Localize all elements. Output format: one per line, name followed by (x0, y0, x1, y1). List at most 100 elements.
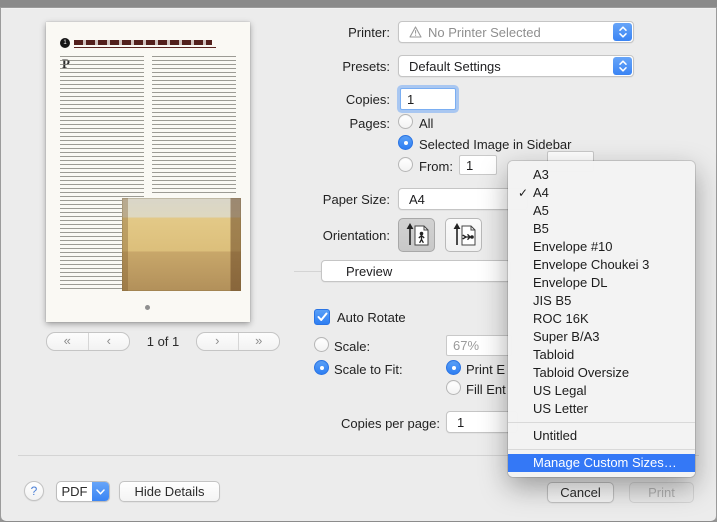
page-count-label: 1 of 1 (136, 334, 190, 349)
menu-item-tabloid[interactable]: Tabloid (508, 346, 695, 364)
menu-separator (508, 422, 695, 423)
pages-from-value: 1 (466, 158, 473, 173)
chevron-down-icon (92, 482, 109, 501)
page-illustration (122, 198, 241, 291)
next-page-button[interactable]: › (197, 333, 238, 350)
presets-label: Presets: (280, 59, 390, 74)
page-number-dot (145, 305, 150, 310)
copies-value: 1 (407, 92, 414, 107)
menu-item-untitled[interactable]: Untitled (508, 427, 695, 445)
menu-item-label: Envelope Choukei 3 (533, 257, 649, 272)
menu-item-label: Super B/A3 (533, 329, 600, 344)
help-icon: ? (31, 484, 38, 498)
print-button[interactable]: Print (629, 482, 694, 503)
copies-label: Copies: (280, 92, 390, 107)
document-preview-page: 1 P (46, 22, 250, 322)
menu-item-label: A4 (533, 185, 549, 200)
pages-label: Pages: (280, 116, 390, 131)
help-button[interactable]: ? (24, 481, 44, 501)
presets-popup[interactable]: Default Settings (398, 55, 634, 77)
menu-item-label: Manage Custom Sizes… (533, 455, 677, 470)
pages-selected-image-radio[interactable] (398, 135, 413, 150)
preview-nav-forward-group: › » (196, 332, 280, 351)
scale-field[interactable]: 67% (446, 335, 512, 356)
menu-item-label: US Legal (533, 383, 586, 398)
page-heading-bar (74, 40, 212, 45)
cancel-button[interactable]: Cancel (547, 482, 614, 503)
scale-to-fit-radio[interactable] (314, 360, 329, 375)
paper-size-value: A4 (409, 192, 425, 207)
menu-separator (508, 449, 695, 450)
fill-entire-paper-radio[interactable] (446, 380, 461, 395)
scale-label: Scale: (334, 339, 370, 354)
first-page-icon: « (64, 334, 71, 347)
menu-item-us-letter[interactable]: US Letter (508, 400, 695, 418)
menu-item-envelope-10[interactable]: Envelope #10 (508, 238, 695, 256)
menu-item-a5[interactable]: A5 (508, 202, 695, 220)
printer-stepper-icon (613, 23, 632, 41)
pdf-menu-button[interactable]: PDF (56, 481, 110, 502)
menu-item-b5[interactable]: B5 (508, 220, 695, 238)
print-entire-image-label: Print E (466, 362, 508, 377)
hide-details-button[interactable]: Hide Details (119, 481, 220, 502)
paper-size-menu-list: A3✓A4A5B5Envelope #10Envelope Choukei 3E… (508, 166, 695, 418)
first-page-button[interactable]: « (47, 333, 88, 350)
pages-from-field[interactable]: 1 (459, 155, 497, 175)
previous-page-icon: ‹ (107, 334, 111, 347)
menu-item-label: Envelope #10 (533, 239, 613, 254)
print-entire-image-radio[interactable] (446, 360, 461, 375)
menu-item-roc-16k[interactable]: ROC 16K (508, 310, 695, 328)
copies-per-page-value: 1 (457, 415, 464, 430)
next-page-icon: › (215, 334, 219, 347)
pdf-label: PDF (57, 482, 92, 501)
menu-item-label: Tabloid Oversize (533, 365, 629, 380)
landscape-orientation-icon (451, 221, 477, 250)
menu-item-super-b-a3[interactable]: Super B/A3 (508, 328, 695, 346)
auto-rotate-checkbox[interactable] (314, 309, 330, 325)
copies-per-page-label: Copies per page: (300, 416, 440, 431)
orientation-portrait-button[interactable] (398, 218, 435, 252)
menu-item-label: A5 (533, 203, 549, 218)
pages-all-radio[interactable] (398, 114, 413, 129)
printer-popup[interactable]: No Printer Selected (398, 21, 634, 43)
menu-item-label: Untitled (533, 428, 577, 443)
cancel-label: Cancel (560, 485, 600, 500)
scale-value: 67% (453, 338, 479, 353)
presets-value: Default Settings (409, 59, 501, 74)
orientation-landscape-button[interactable] (445, 218, 482, 252)
pane-selector-value: Preview (346, 264, 392, 279)
page-text-column-right (152, 56, 236, 194)
print-label: Print (648, 485, 675, 500)
paper-size-menu: A3✓A4A5B5Envelope #10Envelope Choukei 3E… (508, 161, 695, 477)
presets-stepper-icon (613, 57, 632, 75)
last-page-icon: » (255, 334, 262, 347)
menu-item-envelope-dl[interactable]: Envelope DL (508, 274, 695, 292)
auto-rotate-label: Auto Rotate (337, 310, 406, 325)
section-number-badge: 1 (60, 38, 70, 48)
page-heading: 1 (60, 38, 220, 50)
hide-details-label: Hide Details (134, 484, 204, 499)
menu-item-a4[interactable]: ✓A4 (508, 184, 695, 202)
menu-item-label: Tabloid (533, 347, 574, 362)
print-dialog-screen: 1 P « ‹ 1 of 1 › » Printer: No Printer S… (0, 0, 717, 522)
scale-radio[interactable] (314, 337, 329, 352)
pages-selected-image-label: Selected Image in Sidebar (419, 137, 571, 152)
menu-item-a3[interactable]: A3 (508, 166, 695, 184)
pane-selector-popup[interactable]: Preview (321, 260, 511, 282)
check-icon (317, 312, 328, 322)
pages-from-radio[interactable] (398, 157, 413, 172)
menu-item-label: JIS B5 (533, 293, 571, 308)
menu-item-us-legal[interactable]: US Legal (508, 382, 695, 400)
previous-page-button[interactable]: ‹ (88, 333, 130, 350)
menu-item-tabloid-oversize[interactable]: Tabloid Oversize (508, 364, 695, 382)
menu-item-label: A3 (533, 167, 549, 182)
menu-item-jis-b5[interactable]: JIS B5 (508, 292, 695, 310)
last-page-button[interactable]: » (238, 333, 280, 350)
menu-item-envelope-choukei-3[interactable]: Envelope Choukei 3 (508, 256, 695, 274)
pages-from-label: From: (419, 159, 453, 174)
menu-item-label: ROC 16K (533, 311, 589, 326)
menu-item-manage-custom-sizes[interactable]: Manage Custom Sizes… (508, 454, 695, 472)
menu-item-label: US Letter (533, 401, 588, 416)
checkmark-icon: ✓ (515, 184, 531, 202)
copies-field[interactable]: 1 (400, 88, 456, 110)
